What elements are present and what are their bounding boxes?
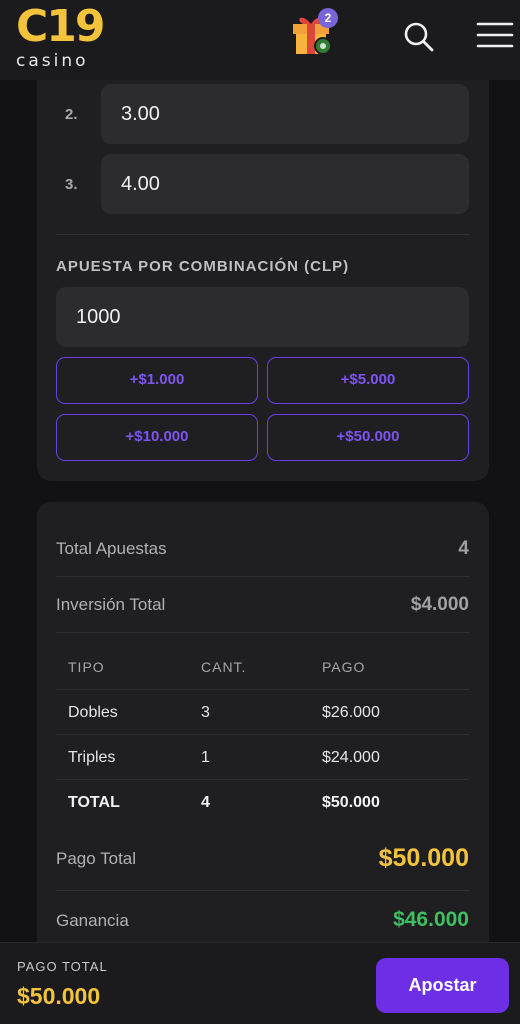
odds-input[interactable]: 3.00 <box>101 84 469 144</box>
logo-mark: C19 <box>16 1 106 52</box>
table-row: Dobles 3 $26.000 <box>56 690 469 735</box>
table-header: TIPO CANT. PAGO <box>56 645 469 690</box>
quick-add-1000-button[interactable]: +$1.000 <box>56 357 258 404</box>
divider <box>56 890 470 891</box>
quick-add-10000-button[interactable]: +$10.000 <box>56 414 258 461</box>
footer-payout-value: $50.000 <box>17 983 101 1009</box>
place-bet-button[interactable]: Apostar <box>376 958 509 1013</box>
table-cell: $26.000 <box>322 704 380 721</box>
divider <box>56 632 470 633</box>
total-bets-label: Total Apuestas <box>56 539 167 558</box>
table-cell: Dobles <box>68 704 118 721</box>
table-cell: 3 <box>201 704 210 721</box>
column-header: CANT. <box>201 659 247 675</box>
app-header: C19 casino 2 <box>0 0 520 80</box>
investment-value: $4.000 <box>410 594 469 615</box>
investment-label: Inversión Total <box>56 595 166 614</box>
table-cell: TOTAL <box>68 794 120 811</box>
column-header: PAGO <box>322 659 366 675</box>
table-cell: $50.000 <box>322 794 380 811</box>
leg-number: 3. <box>65 176 78 193</box>
search-icon[interactable] <box>402 20 436 54</box>
table-cell: 1 <box>201 749 210 766</box>
profit-label: Ganancia <box>56 911 129 930</box>
casino-logo[interactable]: C19 casino <box>14 2 106 72</box>
divider <box>56 576 470 577</box>
table-row: Triples 1 $24.000 <box>56 735 469 780</box>
leg-number: 2. <box>65 106 78 123</box>
total-bets-value: 4 <box>458 538 469 559</box>
profit-value: $46.000 <box>393 908 469 931</box>
notification-badge: 2 <box>318 8 338 28</box>
quick-add-50000-button[interactable]: +$50.000 <box>267 414 469 461</box>
combination-table: TIPO CANT. PAGO Dobles 3 $26.000 Triples… <box>56 645 469 825</box>
stake-label: APUESTA POR COMBINACIÓN (CLP) <box>56 258 350 275</box>
divider <box>56 234 470 235</box>
table-cell: 4 <box>201 794 210 811</box>
footer-payout-label: PAGO TOTAL <box>17 959 108 974</box>
column-header: TIPO <box>68 659 105 675</box>
bet-footer: PAGO TOTAL $50.000 Apostar <box>0 942 520 1024</box>
payout-value: $50.000 <box>378 844 469 872</box>
table-total-row: TOTAL 4 $50.000 <box>56 780 469 825</box>
payout-label: Pago Total <box>56 849 137 868</box>
stake-input[interactable]: 1000 <box>56 287 469 347</box>
table-cell: $24.000 <box>322 749 380 766</box>
quick-add-5000-button[interactable]: +$5.000 <box>267 357 469 404</box>
table-cell: Triples <box>68 749 116 766</box>
logo-wordmark: casino <box>16 51 89 71</box>
odds-input[interactable]: 4.00 <box>101 154 469 214</box>
menu-icon[interactable] <box>476 18 514 52</box>
bet-config-card: 2. 3.00 3. 4.00 APUESTA POR COMBINACIÓN … <box>37 60 489 481</box>
